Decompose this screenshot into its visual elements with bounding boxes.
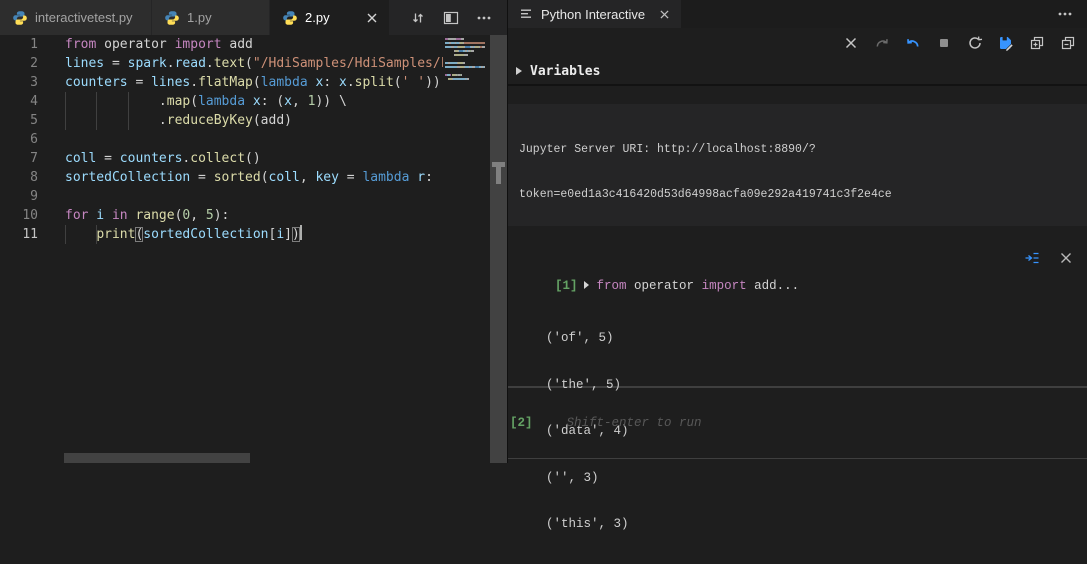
editor-actions <box>409 0 507 35</box>
code-line[interactable]: 9 <box>0 187 443 206</box>
split-editor-icon[interactable] <box>442 9 460 27</box>
code-line[interactable]: 10for i in range(0, 5): <box>0 206 443 225</box>
minimap[interactable] <box>443 35 490 463</box>
tab-label: 2.py <box>305 10 330 25</box>
code-line[interactable]: 7coll = counters.collect() <box>0 149 443 168</box>
line-number: 7 <box>0 149 38 168</box>
expand-all-icon[interactable] <box>1028 34 1046 52</box>
line-number: 1 <box>0 35 38 54</box>
python-file-icon <box>164 10 180 26</box>
code-line[interactable]: 1from operator import add <box>0 35 443 54</box>
variables-label: Variables <box>530 64 600 79</box>
output-line: ('', 3) <box>546 471 629 487</box>
output-line: ('this', 3) <box>546 517 629 533</box>
line-number: 4 <box>0 92 38 111</box>
editor-group: interactivetest.py 1.py 2.py <box>0 0 507 463</box>
goto-code-icon[interactable] <box>1023 249 1041 267</box>
close-panel-icon[interactable] <box>660 10 669 19</box>
clear-all-icon[interactable] <box>842 34 860 52</box>
minimap-line <box>445 66 490 68</box>
minimap-line <box>445 46 490 48</box>
editor-vertical-scrollbar[interactable] <box>490 35 507 463</box>
minimap-line <box>445 70 490 72</box>
line-number: 8 <box>0 168 38 187</box>
text-cursor <box>300 225 302 240</box>
python-interactive-panel: Python Interactive <box>507 0 1087 463</box>
line-number: 11 <box>0 225 38 244</box>
code-line[interactable]: 11 print(sortedCollection[i]) <box>0 225 443 244</box>
minimap-line <box>445 50 490 52</box>
minimap-line <box>445 74 490 76</box>
redo-icon[interactable] <box>873 34 891 52</box>
tab-interactivetest-py[interactable]: interactivetest.py <box>0 0 152 35</box>
server-info: Jupyter Server URI: http://localhost:889… <box>508 104 1087 226</box>
cell-actions <box>1023 249 1075 267</box>
cell-prompt: [1] <box>555 279 578 293</box>
output-line: ('of', 5) <box>546 331 629 347</box>
expand-cell-icon[interactable] <box>584 281 589 289</box>
code-line[interactable]: 3counters = lines.flatMap(lambda x: x.sp… <box>0 73 443 92</box>
interactive-input-cell[interactable]: [2] Shift-enter to run <box>508 388 1087 459</box>
export-notebook-icon[interactable] <box>997 34 1015 52</box>
undo-icon[interactable] <box>904 34 922 52</box>
server-info-line: token=e0ed1a3c416420d53d64998acfa09e292a… <box>519 187 1087 202</box>
line-number: 5 <box>0 111 38 130</box>
more-actions-icon[interactable] <box>1057 0 1073 28</box>
python-file-icon <box>12 10 28 26</box>
minimap-line <box>445 42 490 44</box>
cell-prompt: [2] <box>510 416 533 430</box>
code-line[interactable]: 5 .reduceByKey(add) <box>0 111 443 130</box>
interrupt-icon[interactable] <box>935 34 953 52</box>
editor-tab-bar: interactivetest.py 1.py 2.py <box>0 0 507 35</box>
chevron-right-icon <box>516 67 522 75</box>
interactive-toolbar <box>508 28 1087 58</box>
scrollbar-handle-stem <box>496 166 501 184</box>
code-line[interactable]: 4 .map(lambda x: (x, 1)) \ <box>0 92 443 111</box>
interactive-cell-1: [1] from operator import add... ('of', 5)… <box>508 240 1087 388</box>
server-info-line: Jupyter Server URI: http://localhost:889… <box>519 142 1087 157</box>
tab-label: 1.py <box>187 10 212 25</box>
minimap-line <box>445 58 490 60</box>
code-editor[interactable]: 1from operator import add2lines = spark.… <box>0 35 443 443</box>
line-number: 10 <box>0 206 38 225</box>
minimap-line <box>445 54 490 56</box>
tab-python-interactive[interactable]: Python Interactive <box>508 0 681 28</box>
tab-1-py[interactable]: 1.py <box>152 0 270 35</box>
remove-cell-icon[interactable] <box>1057 249 1075 267</box>
tab-2-py[interactable]: 2.py <box>270 0 390 35</box>
restart-kernel-icon[interactable] <box>966 34 984 52</box>
line-number: 3 <box>0 73 38 92</box>
interactive-window-icon <box>520 7 534 21</box>
python-file-icon <box>282 10 298 26</box>
collapse-all-icon[interactable] <box>1059 34 1077 52</box>
panel-tab-bar: Python Interactive <box>508 0 1087 28</box>
line-number: 6 <box>0 130 38 149</box>
line-number: 9 <box>0 187 38 206</box>
code-line[interactable]: 2lines = spark.read.text("/HdiSamples/Hd… <box>0 54 443 73</box>
swap-vertical-icon[interactable] <box>409 9 427 27</box>
close-tab-icon[interactable] <box>367 13 377 23</box>
more-actions-icon[interactable] <box>475 9 493 27</box>
input-placeholder: Shift-enter to run <box>567 416 702 430</box>
variables-section-header[interactable]: Variables <box>508 58 1087 86</box>
cell-code-tokens: from operator import add... <box>597 279 800 293</box>
editor-horizontal-scrollbar[interactable] <box>64 453 250 463</box>
minimap-line <box>445 78 490 80</box>
panel-tab-label: Python Interactive <box>541 7 645 22</box>
code-line[interactable]: 8sortedCollection = sorted(coll, key = l… <box>0 168 443 187</box>
minimap-line <box>445 62 490 64</box>
minimap-line <box>445 38 490 40</box>
code-line[interactable]: 6 <box>0 130 443 149</box>
line-number: 2 <box>0 54 38 73</box>
tab-label: interactivetest.py <box>35 10 133 25</box>
